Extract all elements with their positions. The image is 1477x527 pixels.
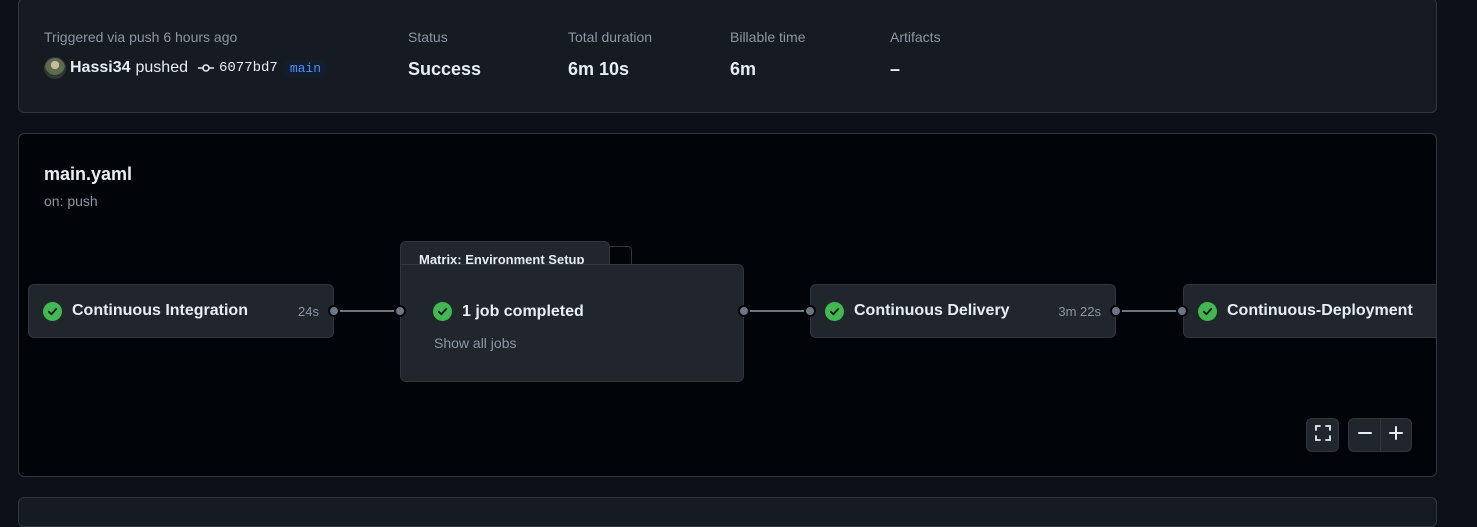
workflow-graph-panel: main.yaml on: push Continuous Integratio… (18, 133, 1437, 477)
matrix-input-dot (394, 305, 406, 317)
job-name: Continuous-Deployment (1227, 302, 1413, 319)
zoom-in-button[interactable] (1380, 419, 1411, 451)
show-all-jobs-link[interactable]: Show all jobs (434, 335, 517, 351)
check-circle-icon (825, 301, 844, 321)
status-value: Success (408, 59, 482, 79)
workflow-trigger: on: push (44, 193, 98, 209)
job-output-dot (328, 305, 340, 317)
plus-icon (1389, 425, 1403, 445)
matrix-output-dot (738, 305, 750, 317)
job-duration: 3m 22s (1058, 303, 1101, 319)
matrix-tab-notch (610, 246, 632, 266)
matrix-environment-setup[interactable]: 1 job completed Show all jobs (400, 264, 744, 382)
check-circle-icon (433, 302, 452, 321)
commit-sha-link[interactable]: 6077bd7 (219, 60, 278, 76)
fullscreen-icon (1314, 424, 1332, 447)
actor-row: Hassi34 pushed 6077bd7 main (44, 57, 328, 79)
job-continuous-deployment[interactable]: Continuous-Deployment (1183, 284, 1436, 338)
git-commit-icon (198, 60, 214, 76)
next-section-panel (18, 497, 1437, 527)
fullscreen-control (1306, 418, 1339, 452)
action-text: pushed (135, 59, 189, 76)
minus-icon (1357, 426, 1372, 445)
job-duration: 24s (298, 303, 319, 319)
matrix-summary: 1 job completed (462, 302, 584, 320)
billable-column: Billable time 6m (730, 29, 805, 80)
status-label: Status (408, 29, 448, 45)
artifacts-column: Artifacts – (890, 29, 941, 80)
status-column: Status Success (408, 29, 481, 80)
duration-label: Total duration (568, 29, 653, 45)
workflow-title: main.yaml (44, 164, 133, 184)
zoom-controls (1348, 418, 1412, 452)
duration-value: 6m 10s (568, 59, 630, 79)
billable-label: Billable time (730, 29, 806, 45)
duration-column: Total duration 6m 10s (568, 29, 652, 80)
job-name: Continuous Integration (72, 302, 248, 319)
job-input-dot (804, 305, 816, 317)
trigger-label: Triggered via push 6 hours ago (44, 29, 238, 45)
job-continuous-integration[interactable]: Continuous Integration 24s (28, 284, 334, 338)
actor-link[interactable]: Hassi34 (70, 59, 131, 77)
avatar[interactable] (44, 57, 66, 79)
connector-line (335, 310, 401, 312)
page-scrollbar[interactable] (1465, 0, 1477, 506)
run-summary-panel: Triggered via push 6 hours ago Hassi34 p… (18, 0, 1437, 113)
check-circle-icon (1198, 301, 1217, 321)
branch-badge[interactable]: main (283, 59, 328, 77)
zoom-out-button[interactable] (1349, 419, 1380, 451)
matrix-summary-row: 1 job completed (433, 302, 584, 321)
artifacts-value: – (890, 59, 901, 79)
job-name: Continuous Delivery (854, 302, 1010, 319)
connector-line (745, 310, 811, 312)
job-continuous-delivery[interactable]: Continuous Delivery 3m 22s (810, 284, 1116, 338)
trigger-column: Triggered via push 6 hours ago Hassi34 p… (44, 29, 328, 79)
connector-line (1117, 310, 1183, 312)
billable-value: 6m (730, 59, 757, 79)
check-circle-icon (43, 301, 62, 321)
job-input-dot (1176, 305, 1188, 317)
fullscreen-button[interactable] (1307, 419, 1338, 451)
artifacts-label: Artifacts (890, 29, 941, 45)
job-output-dot (1110, 305, 1122, 317)
